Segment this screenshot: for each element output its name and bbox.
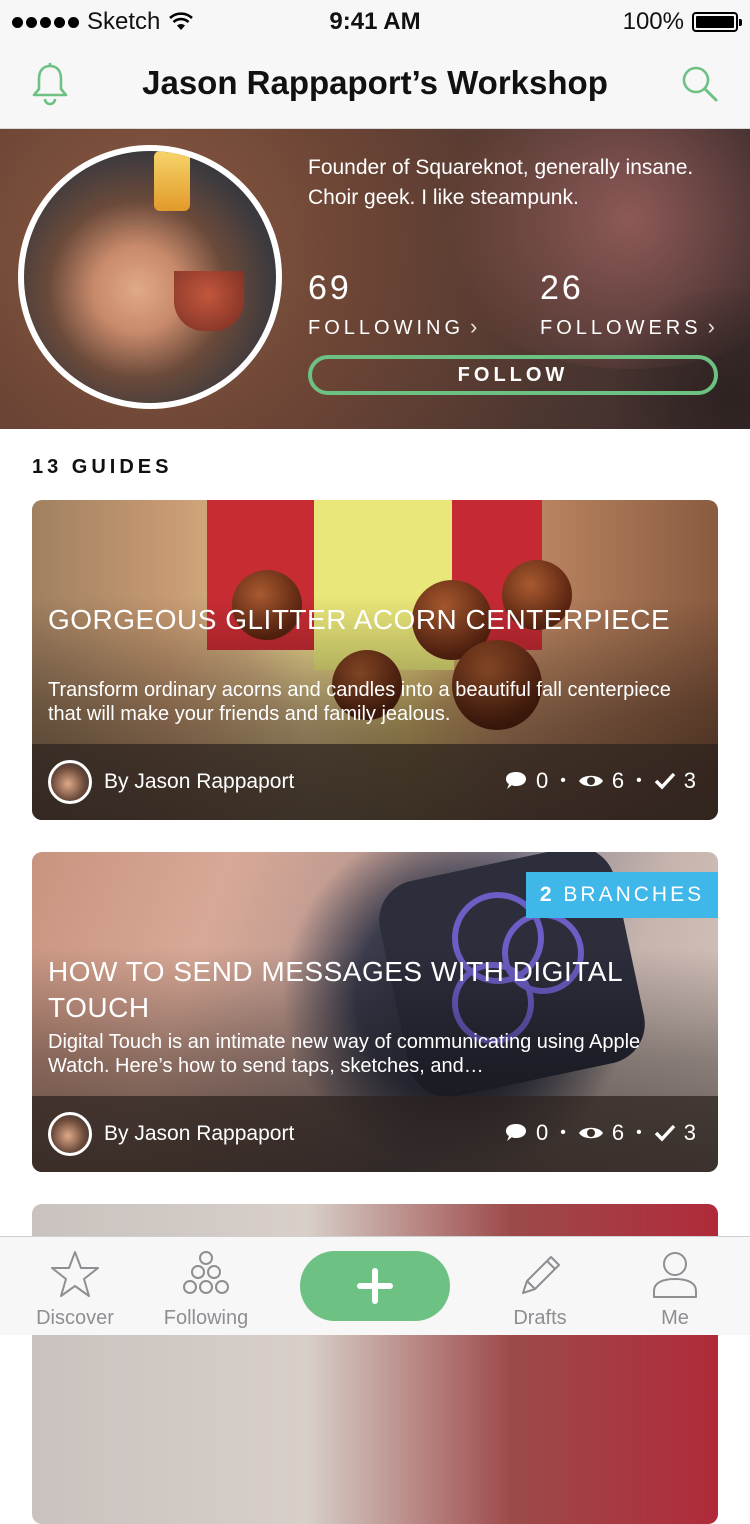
completion-count: 3: [683, 1120, 696, 1145]
author-avatar[interactable]: [48, 1112, 92, 1156]
following-label: FOLLOWING: [308, 317, 465, 339]
guide-title: HOW TO SEND MESSAGES WITH DIGITAL TOUCH: [48, 956, 622, 1023]
profile-header: Founder of Squareknot, generally insane.…: [0, 129, 750, 429]
avatar-photo-glass: [174, 271, 244, 331]
followers-stat[interactable]: 26 FOLLOWERS ›: [540, 269, 715, 340]
follow-button[interactable]: FOLLOW: [308, 355, 718, 395]
create-guide-button[interactable]: [300, 1251, 450, 1321]
battery: 100%: [622, 8, 742, 36]
view-count: 6: [611, 768, 625, 793]
branch-count: 2: [539, 883, 555, 906]
page-title: Jason Rappaport’s Workshop: [142, 64, 608, 101]
chevron-right-icon: ›: [707, 314, 715, 339]
pencil-icon: [522, 1256, 560, 1294]
author-avatar[interactable]: [48, 760, 92, 804]
tab-drafts[interactable]: Drafts: [500, 1249, 580, 1330]
tab-me-label: Me: [661, 1307, 689, 1329]
guide-description: Digital Touch is an intimate new way of …: [48, 1031, 641, 1077]
completion-count: 3: [683, 768, 696, 793]
battery-fill: [696, 16, 734, 28]
separator-dot: •: [636, 1124, 642, 1141]
separator-dot: •: [636, 772, 642, 789]
tab-discover-label: Discover: [36, 1307, 114, 1329]
comment-count: 0: [536, 1120, 549, 1145]
navigation-bar: Jason Rappaport’s Workshop: [0, 40, 750, 129]
tab-drafts-label: Drafts: [513, 1307, 567, 1329]
guide-metrics: 0 • 6 • 3: [504, 768, 696, 794]
star-icon: [51, 1251, 99, 1297]
branch-label: BRANCHES: [563, 883, 705, 906]
eye-icon: [578, 775, 603, 787]
tab-me[interactable]: Me: [640, 1249, 710, 1330]
guide-author[interactable]: By Jason Rappaport: [104, 770, 294, 794]
status-bar: Sketch 9:41 AM 100%: [0, 0, 750, 40]
followers-label: FOLLOWERS: [540, 317, 702, 339]
separator-dot: •: [560, 772, 566, 789]
guide-metrics: 0 • 6 • 3: [504, 1120, 696, 1146]
profile-avatar[interactable]: [18, 145, 282, 409]
avatar-photo-lamp: [154, 151, 190, 211]
profile-bio: Founder of Squareknot, generally insane.…: [308, 156, 694, 209]
tab-following-label: Following: [163, 1307, 249, 1329]
following-count: 69: [308, 269, 352, 307]
chevron-right-icon: ›: [470, 314, 478, 339]
person-icon: [653, 1252, 697, 1298]
checkmark-icon: [654, 772, 676, 790]
battery-percent: 100%: [622, 8, 684, 35]
branches-badge[interactable]: 2 BRANCHES: [526, 872, 718, 918]
guide-footer: By Jason Rappaport 0 • 6 • 3: [32, 1096, 718, 1172]
guide-footer: By Jason Rappaport 0 • 6 • 3: [32, 744, 718, 820]
comment-icon: [506, 772, 527, 789]
comment-icon: [506, 1124, 527, 1141]
guide-title: GORGEOUS GLITTER ACORN CENTERPIECE: [48, 604, 671, 635]
tab-discover[interactable]: Discover: [30, 1249, 120, 1330]
battery-icon: [692, 12, 742, 32]
guides-count-heading: 13 GUIDES: [32, 456, 173, 478]
checkmark-icon: [654, 1124, 676, 1142]
comment-count: 0: [536, 768, 549, 793]
guide-description: Transform ordinary acorns and candles in…: [48, 679, 671, 725]
tab-following[interactable]: Following: [156, 1249, 256, 1330]
search-icon[interactable]: [680, 62, 720, 106]
following-circles-icon: [183, 1251, 229, 1294]
guide-card[interactable]: GORGEOUS GLITTER ACORN CENTERPIECE Trans…: [32, 500, 718, 820]
eye-icon: [578, 1127, 603, 1139]
plus-icon: [357, 1268, 393, 1304]
guide-author[interactable]: By Jason Rappaport: [104, 1122, 294, 1146]
guide-card[interactable]: 2 BRANCHES HOW TO SEND MESSAGES WITH DIG…: [32, 852, 718, 1172]
followers-count: 26: [540, 269, 584, 307]
tab-bar: Discover Following Drafts Me: [0, 1236, 750, 1335]
view-count: 6: [611, 1120, 625, 1145]
separator-dot: •: [560, 1124, 566, 1141]
following-stat[interactable]: 69 FOLLOWING ›: [308, 269, 477, 340]
